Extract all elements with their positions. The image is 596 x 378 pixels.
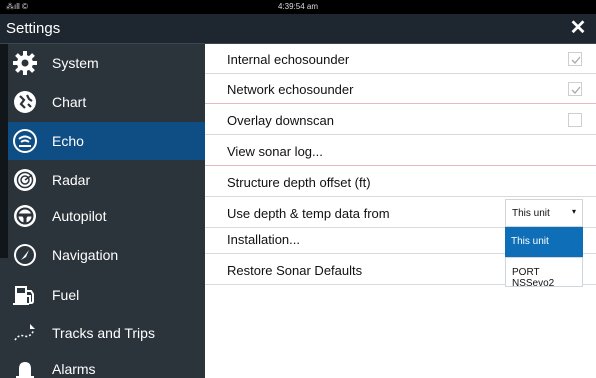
- row-label: Internal echosounder: [227, 52, 350, 67]
- row-internal-echosounder[interactable]: Internal echosounder: [205, 44, 596, 74]
- sidebar-item-alarms[interactable]: Alarms: [8, 350, 205, 378]
- sidebar-item-system[interactable]: System: [8, 44, 205, 82]
- row-label: Overlay downscan: [227, 113, 334, 128]
- sidebar-item-radar[interactable]: Radar: [8, 161, 205, 199]
- close-button[interactable]: ✕: [568, 18, 588, 38]
- sidebar-item-label: Chart: [52, 94, 87, 110]
- overlay-downscan-checkbox[interactable]: [568, 113, 582, 127]
- row-label: Network echosounder: [227, 82, 354, 97]
- row-structure-depth-offset[interactable]: Structure depth offset (ft): [205, 167, 596, 197]
- row-label: View sonar log...: [227, 144, 323, 159]
- sidebar-item-label: Autopilot: [52, 208, 107, 224]
- option-label: This unit: [511, 236, 549, 247]
- sidebar-item-navigation[interactable]: Navigation: [8, 236, 205, 274]
- sidebar-item-label: System: [52, 55, 99, 71]
- track-icon: [14, 324, 35, 341]
- steering-wheel-icon: [14, 205, 36, 227]
- row-view-sonar-log[interactable]: View sonar log...: [205, 136, 596, 166]
- dropdown-selected-text: This unit: [512, 208, 550, 219]
- row-label: Restore Sonar Defaults: [227, 263, 363, 278]
- dropdown-selected-value[interactable]: This unit ▾: [505, 199, 583, 227]
- sidebar-item-tracks-and-trips[interactable]: Tracks and Trips: [8, 314, 205, 352]
- sidebar-item-label: Fuel: [52, 287, 80, 303]
- compass-icon: [14, 244, 36, 266]
- network-echosounder-checkbox[interactable]: [568, 82, 582, 96]
- checkmark-icon: [571, 56, 581, 64]
- gear-icon: [13, 51, 37, 75]
- chart-icon: [14, 91, 36, 113]
- row-label: Installation...: [227, 232, 300, 247]
- row-network-echosounder[interactable]: Network echosounder: [205, 74, 596, 104]
- row-label: Structure depth offset (ft): [227, 175, 371, 190]
- sidebar-item-label: Radar: [52, 172, 91, 188]
- sidebar-edge: [0, 44, 8, 258]
- sidebar-item-autopilot[interactable]: Autopilot: [8, 197, 205, 235]
- depth-temp-source-dropdown[interactable]: This unit ▾ This unit PORT NSSevo2: [505, 199, 583, 289]
- radar-icon: [14, 169, 36, 191]
- status-bar: ⁂ıll © 4:39:54 am: [0, 0, 596, 14]
- sidebar-item-echo[interactable]: Echo: [8, 122, 205, 160]
- bell-icon: [16, 362, 34, 378]
- sidebar-item-label: Tracks and Trips: [52, 325, 155, 341]
- sidebar-item-label: Echo: [52, 133, 84, 149]
- echo-settings-panel: Internal echosounder Network echosounder…: [205, 44, 596, 378]
- option-label: PORT NSSevo2: [512, 267, 555, 289]
- close-icon: ✕: [569, 17, 587, 39]
- dropdown-option-this-unit[interactable]: This unit: [505, 227, 583, 257]
- internal-echosounder-checkbox[interactable]: [568, 52, 582, 66]
- title-bar: Settings ✕: [0, 14, 596, 44]
- dropdown-option-port-nssevo2[interactable]: PORT NSSevo2: [505, 257, 583, 289]
- echo-icon: [13, 129, 37, 153]
- checkmark-icon: [571, 86, 581, 94]
- sidebar-item-label: Navigation: [52, 247, 119, 263]
- chevron-down-icon: ▾: [571, 207, 576, 216]
- row-overlay-downscan[interactable]: Overlay downscan: [205, 105, 596, 135]
- row-label: Use depth & temp data from: [227, 206, 390, 221]
- fuel-pump-icon: [13, 286, 34, 305]
- page-title: Settings: [6, 20, 61, 37]
- sidebar-item-fuel[interactable]: Fuel: [8, 276, 205, 314]
- status-time: 4:39:54 am: [277, 2, 319, 11]
- sidebar-item-chart[interactable]: Chart: [8, 83, 205, 121]
- sidebar-item-label: Alarms: [52, 361, 96, 377]
